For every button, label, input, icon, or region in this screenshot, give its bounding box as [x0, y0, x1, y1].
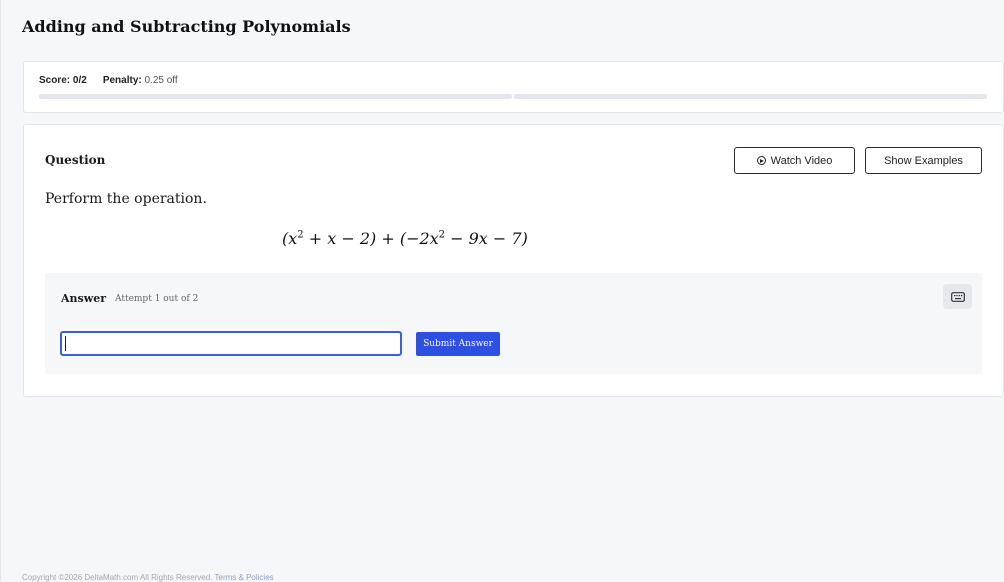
answer-panel: Answer Attempt 1 out of 2 Submit Answer — [45, 273, 982, 374]
progress-segment — [514, 94, 987, 99]
penalty-info: Penalty: 0.25 off — [103, 75, 178, 86]
progress-bar — [39, 94, 987, 99]
play-circle-icon — [756, 156, 766, 165]
penalty-label: Penalty: — [102, 75, 142, 86]
score-line: Score: 0/2 Penalty: 0.25 off — [39, 75, 178, 86]
expr-part: − 9x − 7) — [445, 229, 528, 248]
watch-video-button[interactable]: Watch Video — [734, 147, 855, 174]
text-caret — [65, 336, 66, 351]
score-info: Score: 0/2 — [39, 75, 87, 86]
answer-input[interactable] — [60, 331, 402, 356]
page-title: Adding and Subtracting Polynomials — [22, 17, 351, 36]
penalty-value: 0.25 off — [144, 75, 178, 86]
show-examples-button[interactable]: Show Examples — [865, 147, 982, 174]
question-label: Question — [45, 153, 106, 167]
question-card: Question Watch Video Show Examples Perfo… — [23, 124, 1004, 397]
watch-video-label: Watch Video — [770, 154, 833, 167]
question-prompt: Perform the operation. — [45, 191, 207, 207]
keyboard-icon — [950, 291, 965, 302]
score-value: 0/2 — [72, 75, 87, 86]
attempt-counter: Attempt 1 out of 2 — [115, 294, 199, 304]
expr-part: + x − 2) + (−2x — [303, 229, 439, 248]
left-border — [0, 0, 1, 581]
math-expression: (x2 + x − 2) + (−2x2 − 9x − 7) — [282, 229, 528, 248]
progress-segment — [39, 94, 512, 99]
answer-label: Answer — [61, 292, 106, 305]
keyboard-toggle-button[interactable] — [943, 284, 972, 309]
score-label: Score: — [39, 75, 71, 86]
score-card: Score: 0/2 Penalty: 0.25 off — [23, 61, 1004, 113]
submit-answer-button[interactable]: Submit Answer — [416, 332, 500, 356]
expr-part: (x — [282, 229, 298, 248]
